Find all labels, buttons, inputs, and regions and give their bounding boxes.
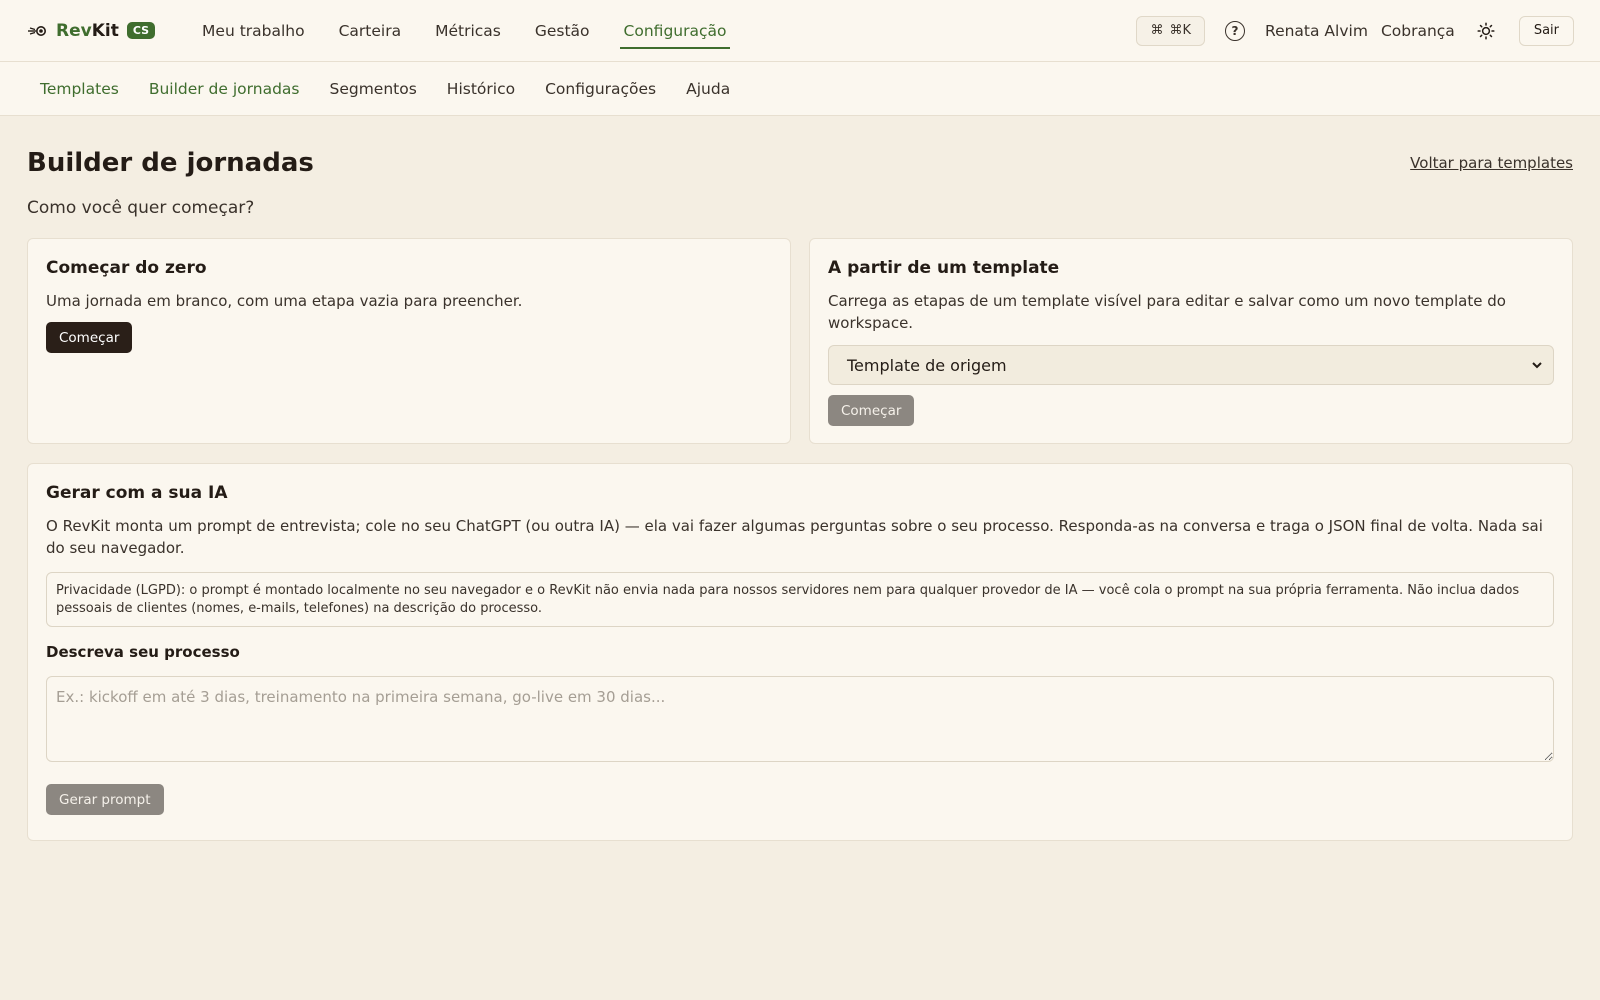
start-from-template-button[interactable]: Começar [828, 395, 915, 426]
nav-carteira[interactable]: Carteira [322, 0, 418, 62]
back-to-templates-link[interactable]: Voltar para templates [1410, 154, 1573, 172]
process-description-input[interactable] [46, 676, 1554, 762]
brand-name-suffix: Kit [91, 20, 119, 41]
nav-meu-trabalho[interactable]: Meu trabalho [185, 0, 322, 62]
product-badge: CS [126, 22, 156, 39]
generate-prompt-button[interactable]: Gerar prompt [46, 784, 164, 815]
page-header: Builder de jornadas Voltar para template… [27, 146, 1573, 180]
shortcut-label: ⌘K [1169, 23, 1191, 38]
main-content: Builder de jornadas Voltar para template… [0, 146, 1600, 841]
start-options-row: Começar do zero Uma jornada em branco, c… [27, 238, 1573, 444]
page-subtitle: Como você quer começar? [27, 198, 255, 218]
subnav-segmentos[interactable]: Segmentos [314, 80, 431, 98]
subnav-templates[interactable]: Templates [25, 80, 134, 98]
nav-configuracao[interactable]: Configuração [607, 0, 744, 62]
subnav-builder-de-jornadas[interactable]: Builder de jornadas [134, 80, 315, 98]
chevron-down-icon [1532, 362, 1542, 369]
theme-toggle-sun-icon[interactable] [1477, 21, 1495, 40]
card-title: Começar do zero [46, 258, 207, 278]
source-template-select[interactable]: Template de origem [828, 345, 1554, 385]
card-description: Uma jornada em branco, com uma etapa vaz… [46, 292, 523, 310]
revkit-logo-icon [28, 25, 46, 36]
brand-logo[interactable]: RevKit CS [26, 21, 156, 41]
user-name[interactable]: Renata Alvim [1265, 22, 1368, 40]
card-generate-with-ai: Gerar com a sua IA O RevKit monta um pro… [27, 463, 1573, 841]
nav-metricas[interactable]: Métricas [418, 0, 518, 62]
page-title: Builder de jornadas [27, 148, 314, 178]
sub-nav: Templates Builder de jornadas Segmentos … [0, 62, 1600, 116]
command-icon: ⌘ [1150, 23, 1164, 38]
start-scratch-button[interactable]: Começar [46, 322, 133, 353]
top-right-actions: ⌘ ⌘K ? Renata Alvim Cobrança Sair [1136, 15, 1574, 46]
top-bar: RevKit CS Meu trabalho Carteira Métricas… [0, 0, 1600, 62]
card-description: Carrega as etapas de um template visível… [828, 292, 1506, 332]
help-icon[interactable]: ? [1225, 20, 1245, 41]
process-field-label: Descreva seu processo [46, 643, 240, 661]
nav-gestao[interactable]: Gestão [518, 0, 607, 62]
command-palette-button[interactable]: ⌘ ⌘K [1136, 15, 1205, 46]
card-title: Gerar com a sua IA [46, 483, 228, 503]
select-value: Template de origem [847, 355, 1007, 375]
card-title: A partir de um template [828, 258, 1060, 278]
logout-button[interactable]: Sair [1518, 15, 1574, 46]
subnav-configuracoes[interactable]: Configurações [530, 80, 671, 98]
brand-name-prefix: Rev [56, 20, 92, 41]
subnav-historico[interactable]: Histórico [432, 80, 530, 98]
brand-name: RevKit [56, 21, 119, 41]
subnav-ajuda[interactable]: Ajuda [671, 80, 745, 98]
main-nav: Meu trabalho Carteira Métricas Gestão Co… [185, 0, 743, 62]
card-start-from-scratch: Começar do zero Uma jornada em branco, c… [27, 238, 791, 444]
card-from-template: A partir de um template Carrega as etapa… [809, 238, 1573, 444]
billing-link[interactable]: Cobrança [1381, 22, 1455, 40]
privacy-notice: Privacidade (LGPD): o prompt é montado l… [46, 572, 1554, 627]
card-description: O RevKit monta um prompt de entrevista; … [46, 517, 1543, 557]
